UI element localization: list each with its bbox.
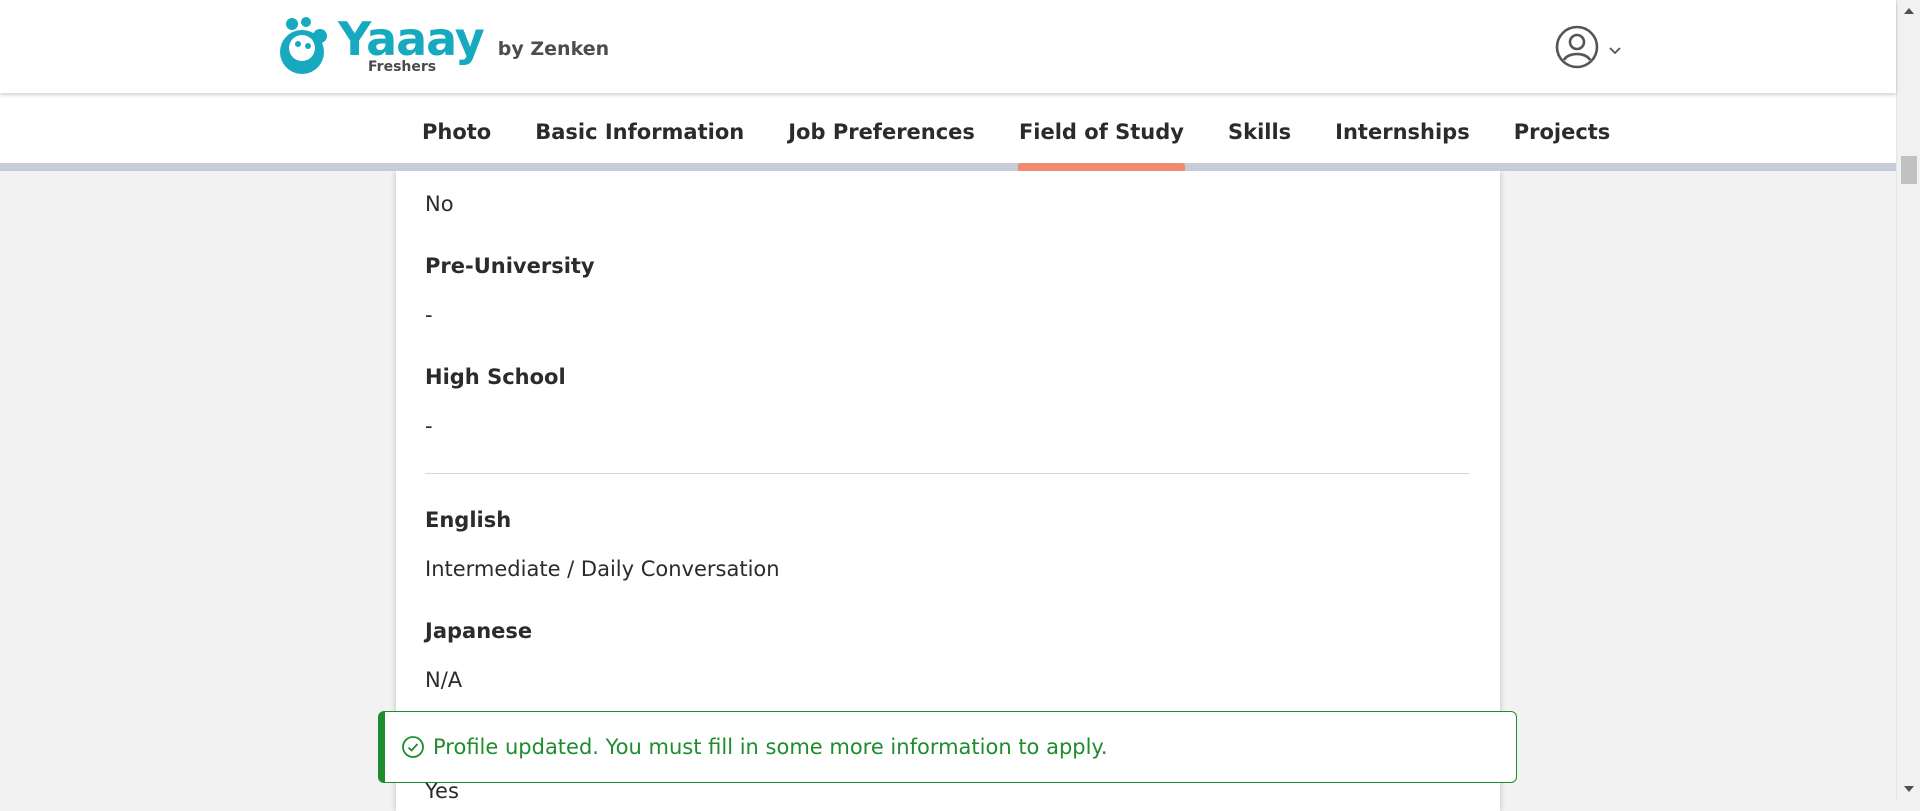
toast-message: Profile updated. You must fill in some m… xyxy=(433,735,1108,759)
yaaay-logo-icon xyxy=(280,17,327,74)
account-menu[interactable] xyxy=(1554,24,1624,70)
scroll-up-arrow-icon[interactable] xyxy=(1904,8,1914,14)
high-school-value: - xyxy=(425,414,433,438)
high-school-label: High School xyxy=(425,365,566,389)
previous-field-value: No xyxy=(425,192,454,216)
scroll-down-arrow-icon[interactable] xyxy=(1904,786,1914,792)
english-label: English xyxy=(425,508,512,532)
tab-job-preferences[interactable]: Job Preferences xyxy=(788,93,975,171)
top-header: Yaaay Freshers by Zenken xyxy=(0,0,1896,93)
section-nav: Photo Basic Information Job Preferences … xyxy=(0,93,1896,171)
tab-field-of-study[interactable]: Field of Study xyxy=(1017,93,1186,171)
user-circle-icon xyxy=(1555,25,1599,69)
tab-skills[interactable]: Skills xyxy=(1228,93,1291,171)
brand-logo[interactable]: Yaaay Freshers by Zenken xyxy=(272,14,609,78)
check-circle-icon xyxy=(402,736,424,758)
brand-by: by Zenken xyxy=(497,38,610,60)
tab-projects[interactable]: Projects xyxy=(1514,93,1611,171)
english-value: Intermediate / Daily Conversation xyxy=(425,557,780,581)
page-scrollbar[interactable] xyxy=(1896,0,1920,800)
pre-university-value: - xyxy=(425,303,433,327)
pre-university-label: Pre-University xyxy=(425,254,595,278)
tab-internships[interactable]: Internships xyxy=(1335,93,1470,171)
japanese-label: Japanese xyxy=(425,619,533,643)
section-divider xyxy=(425,473,1469,474)
tab-basic-information[interactable]: Basic Information xyxy=(535,93,744,171)
tab-photo[interactable]: Photo xyxy=(422,93,491,171)
brand-name: Yaaay xyxy=(338,12,485,66)
success-toast[interactable]: Profile updated. You must fill in some m… xyxy=(378,711,1517,783)
japanese-value: N/A xyxy=(425,668,463,692)
chevron-down-icon xyxy=(1609,47,1621,55)
scroll-thumb[interactable] xyxy=(1901,156,1917,184)
